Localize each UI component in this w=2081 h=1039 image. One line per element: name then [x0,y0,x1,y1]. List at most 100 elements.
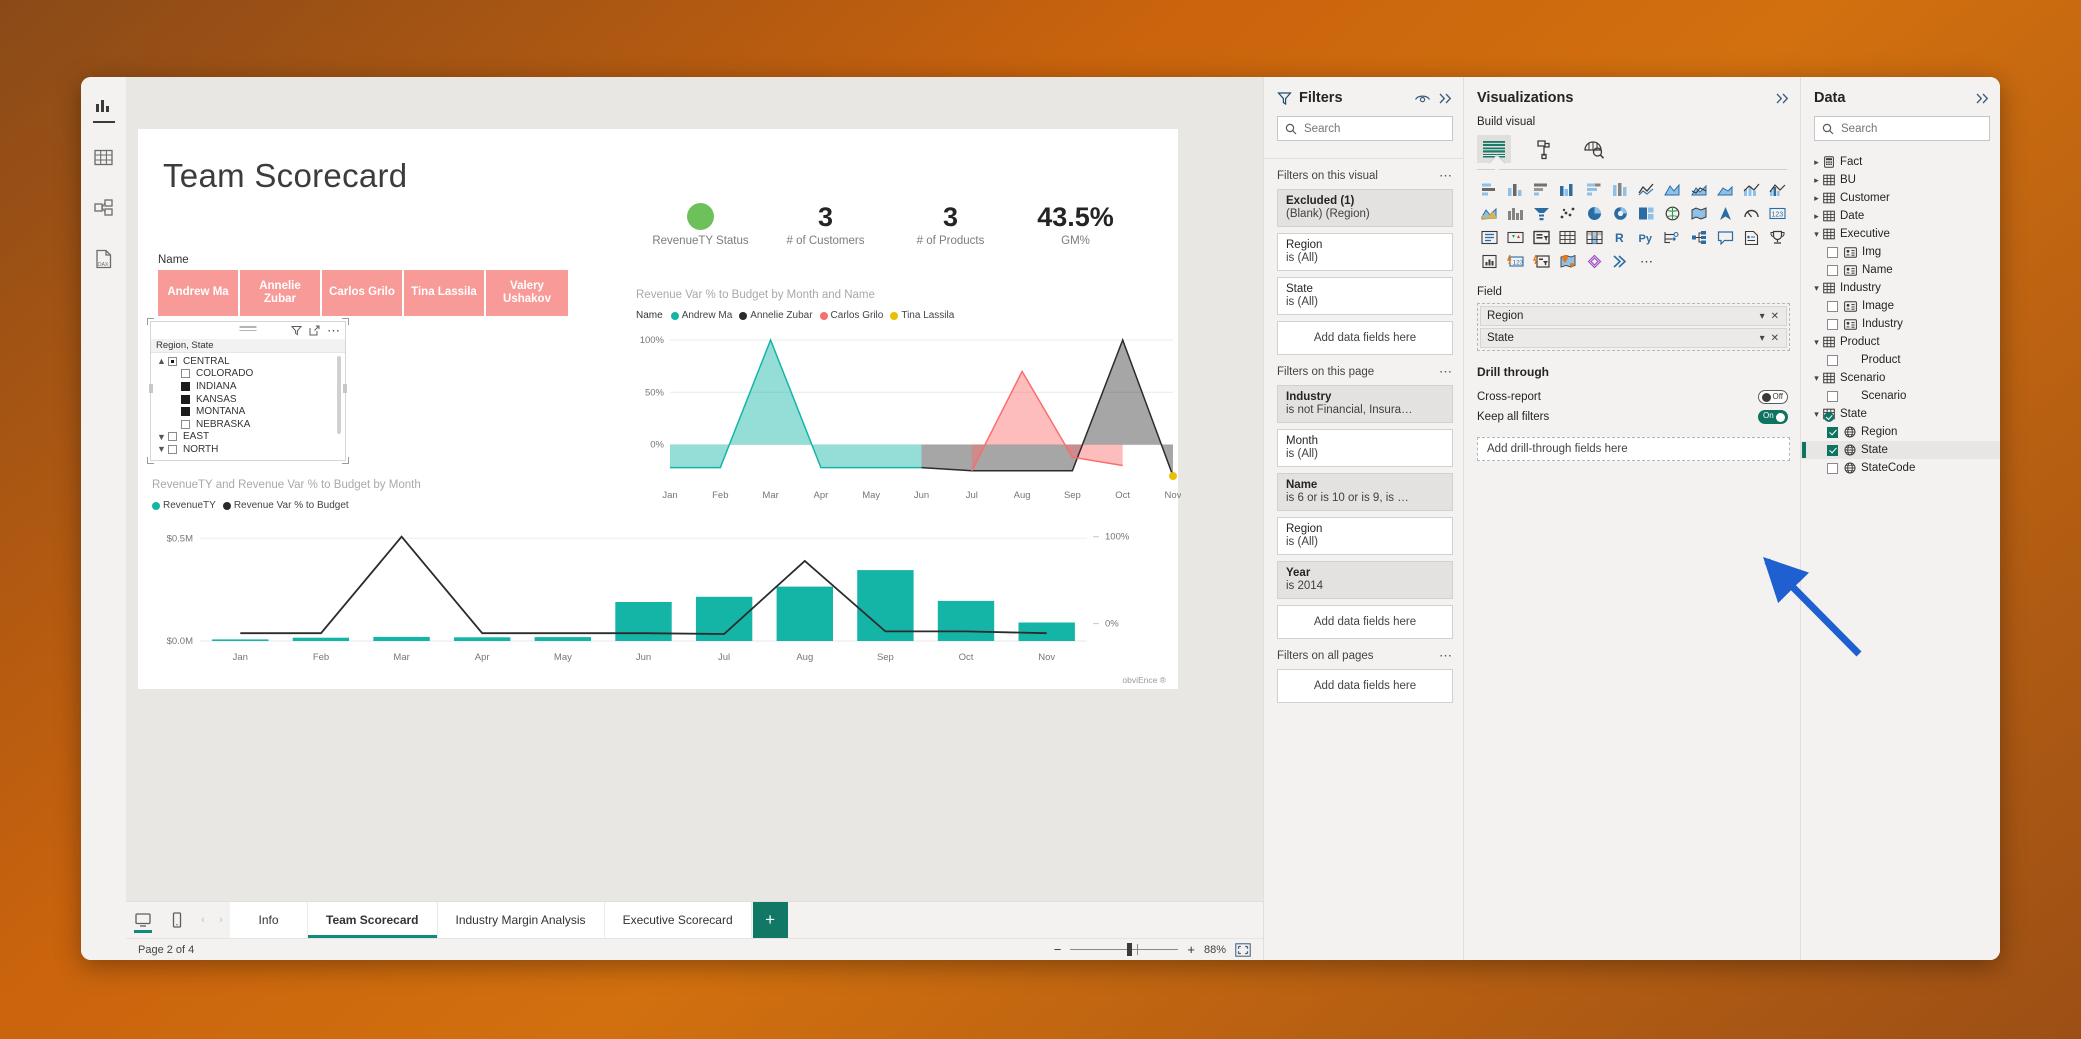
field-checkbox[interactable] [1827,445,1838,456]
filter-card-name[interactable]: Name is 6 or is 10 or is 9, is … [1277,473,1453,511]
viz-type-matrix[interactable] [1556,226,1580,248]
viz-type-azure-maps[interactable] [1556,250,1580,272]
slicer-checkbox[interactable] [181,382,190,391]
list-item[interactable]: ▼ EAST [155,431,345,444]
slicer-checkbox[interactable] [181,407,190,416]
viz-type-icon-42[interactable]: ⋯ [1635,250,1659,272]
viz-type-donut-chart[interactable] [1582,202,1606,224]
legend-item[interactable]: Tina Lassila [890,310,954,321]
report-view-icon[interactable] [88,91,120,121]
collapse-pane-icon[interactable] [1438,92,1453,105]
name-tile[interactable]: Carlos Grilo [322,270,404,316]
legend-item[interactable]: RevenueTY [152,500,216,511]
zoom-slider[interactable] [1070,949,1178,950]
field-checkbox[interactable] [1827,247,1838,258]
field-checkbox[interactable] [1827,319,1838,330]
viz-type-metrics[interactable] [1477,250,1501,272]
viz-type-stacked-column-chart[interactable] [1503,178,1527,200]
desktop-layout-icon[interactable] [126,902,160,938]
filters-search-input[interactable] [1304,123,1445,135]
viz-type-paginated-report[interactable] [1766,226,1790,248]
viz-type-scatter-chart[interactable] [1530,202,1554,224]
field-pill-region[interactable]: Region ▾ ✕ [1480,306,1787,326]
data-tree-item-scenario[interactable]: ▾Scenario [1801,369,2000,387]
hide-filter-icon[interactable] [1414,92,1431,105]
legend-item[interactable]: Andrew Ma [671,310,733,321]
list-item[interactable]: COLORADO [155,368,345,381]
field-checkbox[interactable] [1827,265,1838,276]
viz-type-card[interactable] [1740,202,1764,224]
more-options-icon[interactable]: ⋯ [1439,652,1453,660]
slicer-checkbox[interactable] [168,445,177,454]
chevron-right-icon[interactable]: ▸ [1810,193,1823,204]
viz-type-stacked-area-chart[interactable] [1687,178,1711,200]
filter-card-industry[interactable]: Industry is not Financial, Insura… [1277,385,1453,423]
viz-type-more-options[interactable] [1608,250,1632,272]
prev-page-arrow[interactable]: ‹ [194,902,212,938]
name-slicer[interactable]: Name Andrew Ma Annelie Zubar Carlos Gril… [158,254,568,316]
filter-card-year[interactable]: Year is 2014 [1277,561,1453,599]
focus-mode-icon[interactable] [309,325,320,336]
data-tree-item-img[interactable]: Img [1801,243,2000,261]
chevron-right-icon[interactable]: ▸ [1810,175,1823,186]
viz-type-narrative[interactable] [1713,226,1737,248]
slicer-checkbox[interactable] [168,357,177,366]
fit-to-page-icon[interactable] [1235,943,1251,957]
data-tree-item-executive[interactable]: ▾Executive [1801,225,2000,243]
filter-card-excluded[interactable]: Excluded (1) (Blank) (Region) [1277,189,1453,227]
list-item[interactable]: ▼ NORTH [155,443,345,455]
visual-filter-dropzone[interactable]: Add data fields here [1277,321,1453,355]
viz-type-power-automate[interactable] [1582,250,1606,272]
field-checkbox[interactable] [1827,355,1838,366]
viz-type-funnel-chart[interactable] [1503,202,1527,224]
combo-chart-plot[interactable]: $0.5M$0.0M100%0%JanFebMarAprMayJunJulAug… [152,516,1172,681]
legend-item[interactable]: Carlos Grilo [820,310,884,321]
zoom-in-button[interactable]: + [1187,942,1195,957]
filters-search-box[interactable] [1277,116,1453,141]
report-filter-dropzone[interactable]: Add data fields here [1277,669,1453,703]
viz-type-100-stacked-column-chart[interactable] [1608,178,1632,200]
next-page-arrow[interactable]: › [212,902,230,938]
viz-type-slicer[interactable] [1503,226,1527,248]
data-search-box[interactable] [1814,116,1990,141]
data-tree-item-product[interactable]: ▾Product [1801,333,2000,351]
zoom-out-button[interactable]: − [1054,942,1062,957]
data-tree-item-fact[interactable]: ▸Fact [1801,153,2000,171]
viz-type-python-visual[interactable]: R [1608,226,1632,248]
legend-item[interactable]: Annelie Zubar [739,310,812,321]
drill-through-dropzone[interactable]: Add drill-through fields here [1477,437,1790,461]
region-state-slicer[interactable]: ⋯ Region, State ▲ CENTRAL [150,321,346,461]
filter-card-state[interactable]: State is (All) [1277,277,1453,315]
chevron-down-icon[interactable]: ▾ [1810,373,1823,384]
viz-type-multi-row-card[interactable]: 123 [1766,202,1790,224]
viz-type-filled-map[interactable] [1661,202,1685,224]
viz-type-decomposition-tree[interactable] [1661,226,1685,248]
viz-type-waterfall-chart[interactable] [1477,202,1501,224]
chevron-down-icon[interactable]: ▾ [1810,337,1823,348]
data-tree-item-name[interactable]: Name [1801,261,2000,279]
viz-type-power-apps[interactable]: 123 [1503,250,1527,272]
data-tree-item-customer[interactable]: ▸Customer [1801,189,2000,207]
viz-type-clustered-bar-chart[interactable] [1530,178,1554,200]
table-view-icon[interactable] [88,142,120,172]
data-tree-item-state[interactable]: ▾State [1801,405,2000,423]
collapse-pane-icon[interactable] [1975,92,1990,105]
list-item[interactable]: MONTANA [155,405,345,418]
data-tree-item-region[interactable]: Region [1801,423,2000,441]
remove-field-icon[interactable]: ✕ [1768,311,1782,322]
slicer-checkbox[interactable] [181,395,190,404]
zoom-slider-thumb[interactable] [1127,943,1132,956]
viz-type-line-and-stacked-column-chart[interactable] [1713,178,1737,200]
field-pill-state[interactable]: State ▾ ✕ [1480,328,1787,348]
add-page-button[interactable]: + [753,902,788,938]
chevron-down-icon[interactable]: ▼ [155,444,168,454]
collapse-pane-icon[interactable] [1775,92,1790,105]
list-item[interactable]: NEBRASKA [155,418,345,431]
filter-card-region[interactable]: Region is (All) [1277,233,1453,271]
viz-type-smart-narrative[interactable] [1740,226,1764,248]
legend-item[interactable]: Revenue Var % to Budget [223,500,349,511]
chevron-right-icon[interactable]: ▸ [1810,157,1823,168]
chevron-down-icon[interactable]: ▾ [1810,283,1823,294]
analytics-tab[interactable] [1577,135,1611,163]
viz-type-line-chart[interactable] [1635,178,1659,200]
